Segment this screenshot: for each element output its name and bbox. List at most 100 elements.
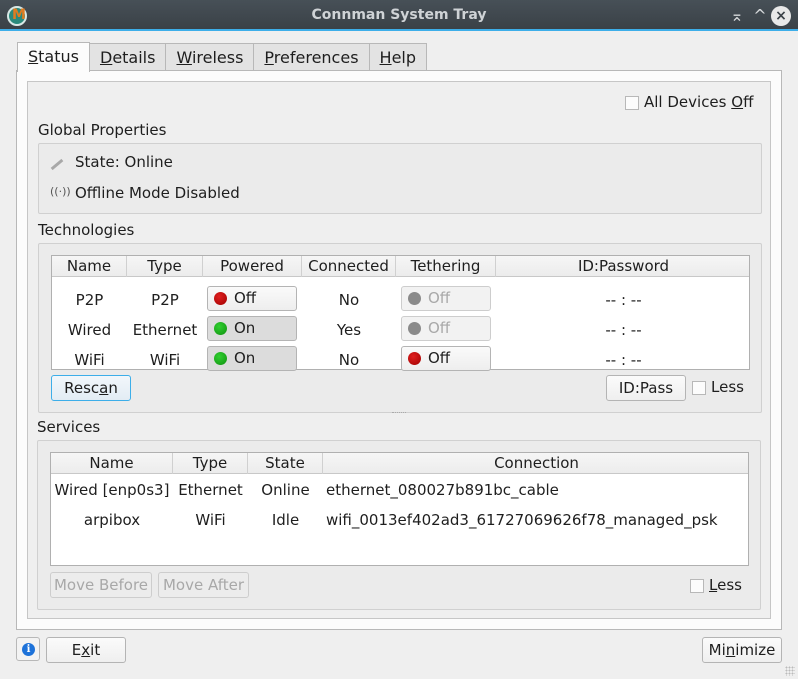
tech-connected: No — [338, 351, 360, 369]
status-on-icon — [214, 352, 227, 365]
global-properties-label: Global Properties — [38, 121, 167, 139]
exit-button[interactable]: Exit — [46, 637, 126, 663]
tech-name: Wired — [67, 321, 112, 339]
tab-label: elp — [391, 48, 417, 67]
technologies-label: Technologies — [38, 221, 135, 239]
services-table-header: Name Type State Connection — [51, 453, 748, 474]
tech-connected: No — [338, 291, 360, 309]
tethering-toggle-p2p[interactable]: Off — [401, 286, 491, 311]
technologies-less-checkbox[interactable]: Less — [692, 378, 744, 396]
tab-help[interactable]: Help — [368, 43, 428, 72]
tab-label: etails — [112, 48, 156, 67]
services-label: Services — [37, 418, 101, 436]
services-table: Name Type State Connection Wired [enp0s3… — [50, 452, 749, 566]
tab-details[interactable]: Details — [88, 43, 167, 72]
window-minimize-button[interactable]: ^ — [750, 6, 770, 26]
tech-id-password: -- : -- — [605, 321, 642, 339]
technologies-table: Name Type Powered Connected Tethering ID… — [51, 255, 750, 371]
button-mnemonic: n — [725, 641, 736, 659]
move-after-button[interactable]: Move After — [158, 572, 249, 598]
column-header-connected[interactable]: Connected — [302, 256, 396, 277]
button-label: Mi — [708, 641, 726, 659]
toggle-label: Off — [428, 319, 451, 337]
info-icon: i — [22, 643, 35, 656]
offline-mode-text: Offline Mode Disabled — [75, 184, 240, 202]
checkbox-label: All Devices — [644, 93, 732, 111]
button-label-suffix: n — [108, 379, 118, 397]
technologies-table-header: Name Type Powered Connected Tethering ID… — [52, 256, 749, 277]
checkbox-box[interactable] — [690, 578, 704, 593]
about-button[interactable]: i — [16, 637, 40, 661]
status-off-icon — [408, 352, 421, 365]
toggle-label: On — [234, 319, 256, 337]
status-disabled-icon — [408, 292, 421, 305]
column-header-name[interactable]: Name — [51, 453, 173, 474]
tab-label: tatus — [38, 47, 79, 66]
status-disabled-icon — [408, 322, 421, 335]
checkbox-label: Less — [711, 378, 744, 396]
tethering-toggle-wifi[interactable]: Off — [401, 346, 491, 371]
services-less-checkbox[interactable]: Less — [690, 576, 742, 594]
checkbox-label-suffix: ff — [743, 93, 754, 111]
powered-toggle-p2p[interactable]: Off — [207, 286, 297, 311]
antenna-icon: ((·)) — [50, 185, 71, 198]
tab-preferences[interactable]: Preferences — [253, 43, 370, 72]
tech-id-password: -- : -- — [605, 351, 642, 369]
service-type[interactable]: WiFi — [173, 510, 248, 530]
toggle-label: Off — [234, 289, 257, 307]
window-title: Connman System Tray — [311, 7, 487, 23]
services-group: Name Type State Connection Wired [enp0s3… — [37, 440, 761, 610]
service-connection[interactable]: ethernet_080027b891bc_cable — [326, 480, 559, 500]
tab-wireless[interactable]: Wireless — [165, 43, 255, 72]
checkbox-mnemonic: O — [731, 93, 744, 111]
tab-mnemonic: D — [99, 48, 113, 67]
service-state[interactable]: Idle — [248, 510, 323, 530]
checkbox-box[interactable] — [692, 380, 706, 395]
service-state[interactable]: Online — [248, 480, 323, 500]
toggle-label: On — [234, 349, 256, 367]
tab-bar: Status Details Wireless Preferences Help — [17, 42, 428, 72]
button-label: Resc — [64, 379, 100, 397]
column-header-name[interactable]: Name — [52, 256, 127, 277]
button-label: E — [71, 641, 82, 659]
powered-toggle-wired[interactable]: On — [207, 316, 297, 341]
global-properties-group: State: Online ((·)) Offline Mode Disable… — [38, 143, 762, 214]
rescan-button[interactable]: Rescan — [51, 375, 131, 401]
checkbox-box[interactable] — [625, 95, 639, 110]
tethering-toggle-wired[interactable]: Off — [401, 316, 491, 341]
splitter-handle[interactable] — [392, 412, 406, 415]
tab-mnemonic: W — [176, 48, 192, 67]
tech-type: Ethernet — [132, 321, 198, 339]
button-mnemonic: x — [81, 641, 91, 659]
minimize-button[interactable]: Minimize — [702, 637, 782, 663]
tech-type: WiFi — [149, 351, 181, 369]
all-devices-off-checkbox[interactable]: All Devices Off — [625, 93, 753, 111]
button-label-suffix: imize — [735, 641, 776, 659]
tab-status[interactable]: Status — [17, 42, 90, 72]
toggle-label: Off — [428, 289, 451, 307]
resize-grip[interactable] — [785, 666, 795, 676]
column-header-connection[interactable]: Connection — [323, 453, 750, 474]
service-name[interactable]: arpibox — [51, 510, 173, 530]
service-type[interactable]: Ethernet — [173, 480, 248, 500]
service-connection[interactable]: wifi_0013ef402ad3_61727069626f78_managed… — [326, 510, 718, 530]
keep-above-button[interactable]: ⌅ — [727, 6, 747, 26]
column-header-type[interactable]: Type — [127, 256, 203, 277]
move-before-button[interactable]: Move Before — [50, 572, 152, 598]
tab-label: references — [273, 48, 359, 67]
tab-mnemonic: H — [379, 48, 392, 67]
service-name[interactable]: Wired [enp0s3] — [51, 480, 173, 500]
button-label-suffix: it — [90, 641, 101, 659]
tab-mnemonic: S — [28, 47, 39, 66]
column-header-id-password[interactable]: ID:Password — [496, 256, 751, 277]
powered-toggle-wifi[interactable]: On — [207, 346, 297, 371]
state-text: State: Online — [75, 153, 173, 171]
column-header-state[interactable]: State — [248, 453, 323, 474]
column-header-tethering[interactable]: Tethering — [396, 256, 496, 277]
window-close-button[interactable]: × — [771, 6, 791, 26]
checkbox-label: ess — [717, 576, 742, 594]
column-header-powered[interactable]: Powered — [203, 256, 302, 277]
column-header-type[interactable]: Type — [173, 453, 248, 474]
network-wired-icon — [50, 158, 64, 171]
id-pass-button[interactable]: ID:Pass — [606, 375, 686, 401]
